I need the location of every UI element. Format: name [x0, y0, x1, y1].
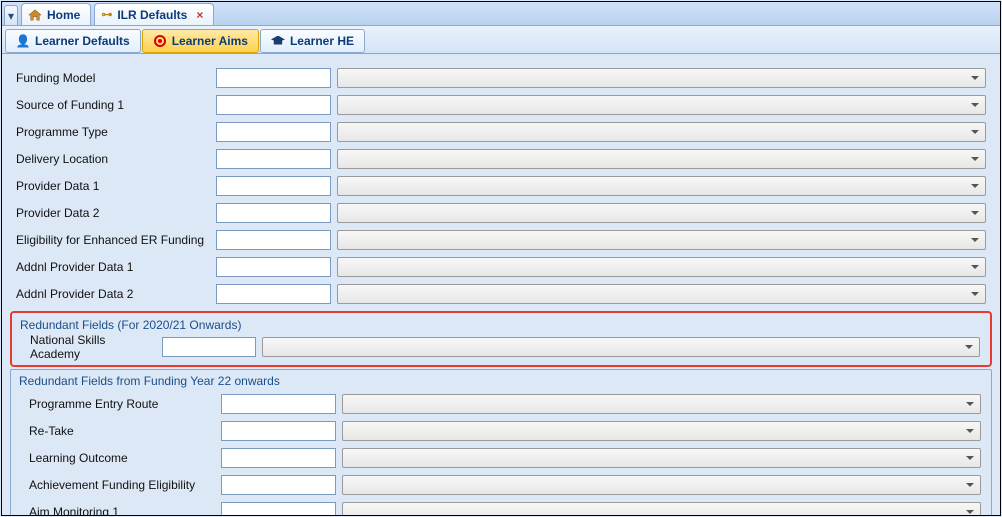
- label-addnl-provider-data-1: Addnl Provider Data 1: [10, 260, 210, 274]
- label-delivery-location: Delivery Location: [10, 152, 210, 166]
- combo-achievement-funding-eligibility[interactable]: [342, 475, 981, 495]
- tab-ilr-label: ILR Defaults: [117, 8, 187, 22]
- graduation-cap-icon: [271, 34, 285, 48]
- combo-re-take[interactable]: [342, 421, 981, 441]
- combo-funding-model[interactable]: [337, 68, 986, 88]
- subtab-learner-defaults[interactable]: 👤 Learner Defaults: [5, 29, 141, 53]
- input-aim-monitoring-1[interactable]: [221, 502, 336, 516]
- label-funding-model: Funding Model: [10, 71, 210, 85]
- label-eligibility-er: Eligibility for Enhanced ER Funding: [10, 233, 210, 247]
- subtab-learner-aims[interactable]: Learner Aims: [142, 29, 259, 53]
- label-aim-monitoring-1: Aim Monitoring 1: [15, 505, 215, 516]
- combo-eligibility-er[interactable]: [337, 230, 986, 250]
- label-provider-data-2: Provider Data 2: [10, 206, 210, 220]
- input-achievement-funding-eligibility[interactable]: [221, 475, 336, 495]
- subtab-learner-defaults-label: Learner Defaults: [35, 34, 130, 48]
- combo-learning-outcome[interactable]: [342, 448, 981, 468]
- input-funding-model[interactable]: [216, 68, 331, 88]
- group-redundant-22: Redundant Fields from Funding Year 22 on…: [10, 369, 992, 515]
- input-eligibility-er[interactable]: [216, 230, 331, 250]
- form-content: Funding Model Source of Funding 1 Progra…: [2, 54, 1000, 515]
- input-re-take[interactable]: [221, 421, 336, 441]
- combo-programme-entry-route[interactable]: [342, 394, 981, 414]
- group-redundant-2020: Redundant Fields (For 2020/21 Onwards) N…: [10, 311, 992, 367]
- sub-tab-bar: 👤 Learner Defaults Learner Aims Learner …: [2, 26, 1000, 54]
- subtab-learner-he-label: Learner HE: [290, 34, 354, 48]
- input-learning-outcome[interactable]: [221, 448, 336, 468]
- tab-home[interactable]: Home: [21, 3, 91, 25]
- target-icon: [153, 34, 167, 48]
- person-icon: 👤: [16, 34, 30, 48]
- input-national-skills-academy[interactable]: [162, 337, 256, 357]
- legend-redundant-2020: Redundant Fields (For 2020/21 Onwards): [16, 315, 986, 333]
- label-national-skills-academy: National Skills Academy: [16, 333, 156, 361]
- combo-provider-data-1[interactable]: [337, 176, 986, 196]
- combo-national-skills-academy[interactable]: [262, 337, 980, 357]
- input-addnl-provider-data-1[interactable]: [216, 257, 331, 277]
- combo-delivery-location[interactable]: [337, 149, 986, 169]
- label-achievement-funding-eligibility: Achievement Funding Eligibility: [15, 478, 215, 492]
- subtab-learner-he[interactable]: Learner HE: [260, 29, 365, 53]
- subtab-learner-aims-label: Learner Aims: [172, 34, 248, 48]
- input-source-of-funding-1[interactable]: [216, 95, 331, 115]
- combo-source-of-funding-1[interactable]: [337, 95, 986, 115]
- close-icon[interactable]: ×: [196, 8, 203, 22]
- tab-home-label: Home: [47, 8, 80, 22]
- key-icon: ⊶: [101, 8, 112, 21]
- input-programme-entry-route[interactable]: [221, 394, 336, 414]
- legend-redundant-22: Redundant Fields from Funding Year 22 on…: [15, 371, 987, 389]
- label-source-of-funding-1: Source of Funding 1: [10, 98, 210, 112]
- input-delivery-location[interactable]: [216, 149, 331, 169]
- home-icon: [28, 9, 42, 21]
- combo-addnl-provider-data-2[interactable]: [337, 284, 986, 304]
- input-provider-data-2[interactable]: [216, 203, 331, 223]
- label-provider-data-1: Provider Data 1: [10, 179, 210, 193]
- window-tab-bar: ▾ Home ⊶ ILR Defaults ×: [2, 2, 1000, 26]
- tab-dropdown-handle[interactable]: ▾: [4, 5, 18, 25]
- input-provider-data-1[interactable]: [216, 176, 331, 196]
- input-programme-type[interactable]: [216, 122, 331, 142]
- label-programme-type: Programme Type: [10, 125, 210, 139]
- label-addnl-provider-data-2: Addnl Provider Data 2: [10, 287, 210, 301]
- app-window: ▾ Home ⊶ ILR Defaults × 👤 Learner Defaul…: [1, 1, 1001, 516]
- label-re-take: Re-Take: [15, 424, 215, 438]
- tab-ilr-defaults[interactable]: ⊶ ILR Defaults ×: [94, 3, 214, 25]
- label-learning-outcome: Learning Outcome: [15, 451, 215, 465]
- combo-provider-data-2[interactable]: [337, 203, 986, 223]
- combo-programme-type[interactable]: [337, 122, 986, 142]
- label-programme-entry-route: Programme Entry Route: [15, 397, 215, 411]
- combo-aim-monitoring-1[interactable]: [342, 502, 981, 516]
- input-addnl-provider-data-2[interactable]: [216, 284, 331, 304]
- combo-addnl-provider-data-1[interactable]: [337, 257, 986, 277]
